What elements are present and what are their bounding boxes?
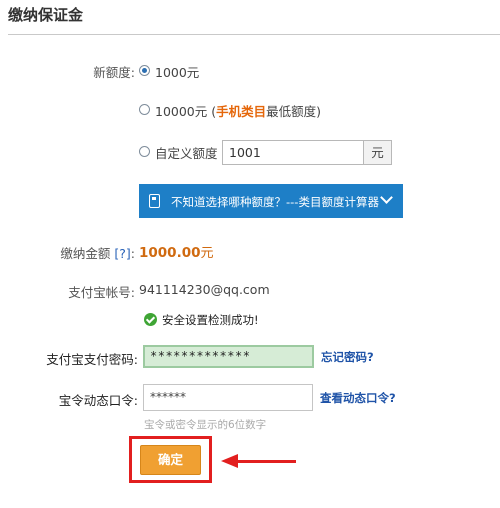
password-label: 支付宝支付密码:: [46, 352, 138, 367]
forgot-password-link[interactable]: 忘记密码?: [321, 349, 374, 365]
title-divider: [8, 34, 500, 35]
amount-label: 缴纳金额 [?]:: [40, 243, 135, 262]
otp-input[interactable]: ******: [143, 384, 313, 411]
page-title: 缴纳保证金: [8, 6, 84, 24]
option-10000-prefix: 10000元 (: [155, 104, 217, 119]
option-1000-label[interactable]: 1000元: [155, 62, 199, 81]
view-otp-link[interactable]: 查看动态口令?: [320, 390, 396, 406]
deposit-label: 新额度:: [93, 65, 135, 80]
amount-label-colon: :: [130, 246, 135, 261]
calculator-icon: [149, 194, 160, 208]
custom-amount-input[interactable]: 1001: [222, 140, 364, 165]
security-status-text: 安全设置检测成功!: [162, 313, 259, 327]
chevron-down-icon: [380, 191, 393, 204]
option-custom-label[interactable]: 自定义额度: [155, 143, 218, 162]
amount-unit: 元: [200, 246, 214, 261]
radio-10000[interactable]: [139, 104, 150, 115]
custom-unit: 元: [364, 140, 392, 165]
account-value: 941114230@qq.com: [139, 282, 270, 297]
option-10000-highlight: 手机类目: [216, 104, 267, 119]
annotation-arrow-shaft: [236, 460, 296, 463]
account-label: 支付宝帐号:: [68, 285, 135, 300]
radio-1000[interactable]: [139, 65, 150, 76]
radio-custom[interactable]: [139, 146, 150, 157]
otp-label: 宝令动态口令:: [58, 393, 138, 408]
category-calculator-bar[interactable]: 不知道选择哪种额度？---类目额度计算器: [139, 184, 403, 218]
check-circle-icon: [144, 313, 157, 326]
option-10000-suffix: 最低额度): [266, 104, 322, 119]
payment-password-field[interactable]: *************: [143, 345, 314, 368]
amount-label-text: 缴纳金额: [60, 246, 111, 261]
amount-help-link[interactable]: [?]: [114, 246, 130, 261]
amount-value: 1000.00元: [139, 242, 214, 261]
otp-hint: 宝令或密令显示的6位数字: [144, 419, 267, 431]
calculator-text: 不知道选择哪种额度？---类目额度计算器: [171, 195, 379, 209]
amount-number: 1000.00: [139, 245, 201, 261]
option-10000-label[interactable]: 10000元 (手机类目最低额度): [155, 101, 321, 120]
confirm-button[interactable]: 确定: [140, 445, 201, 475]
